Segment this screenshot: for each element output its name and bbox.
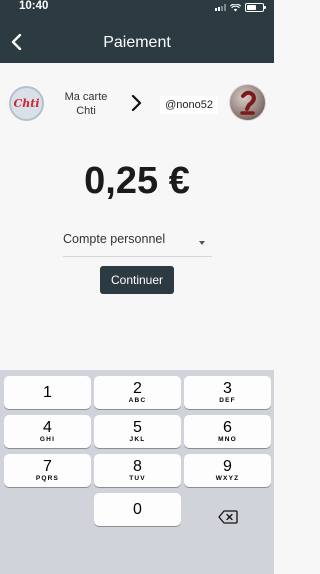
key-digit: 1 [43,384,52,401]
card-label: Ma carte Chti [64,91,108,117]
key-5[interactable]: 5 JKL [94,415,181,448]
continue-button[interactable]: Continuer [100,266,174,294]
page-title: Paiement [103,34,171,51]
key-digit: 4 [43,419,52,436]
key-7[interactable]: 7 PQRS [4,454,91,487]
key-4[interactable]: 4 GHI [4,415,91,448]
status-time: 10:40 [19,0,49,12]
recipient-avatar [229,84,266,121]
key-letters: ABC [128,397,147,404]
key-digit: 3 [223,380,232,397]
key-digit: 0 [133,501,142,518]
delete-button[interactable] [184,500,271,533]
key-9[interactable]: 9 WXYZ [184,454,271,487]
amount-display: 0,25 € [84,160,190,202]
key-digit: 6 [223,419,232,436]
key-letters: MNO [218,436,237,443]
key-6[interactable]: 6 MNO [184,415,271,448]
key-letters: WXYZ [215,475,240,482]
header-bar: 10:40 Paiement [0,0,274,63]
key-3[interactable]: 3 DEF [184,376,271,409]
key-digit: 5 [133,419,142,436]
key-digit: 2 [133,380,142,397]
key-digit: 7 [43,458,52,475]
key-letters: GHI [39,436,56,443]
backspace-icon [217,509,238,524]
key-letters: TUV [129,475,146,482]
key-8[interactable]: 8 TUV [94,454,181,487]
key-1[interactable]: 1 [4,376,91,409]
key-digit: 8 [133,458,142,475]
recipient-name: @nono52 [160,96,218,114]
card-logo: Chti [9,86,44,121]
key-0[interactable]: 0 [94,493,181,526]
status-icons [215,3,266,12]
key-letters: DEF [219,397,236,404]
numeric-keypad: 1 2 ABC 3 DEF 4 GHI 5 JKL 6 MNO 7 PQRS 8… [0,370,274,574]
avatar-image [240,90,256,115]
key-letters: PQRS [35,475,60,482]
key-digit: 9 [223,458,232,475]
key-letters: JKL [129,436,146,443]
caret-down-icon [199,241,205,245]
signal-icon [215,4,226,11]
key-2[interactable]: 2 ABC [94,376,181,409]
account-select-value: Compte personnel [63,232,166,246]
account-select[interactable]: Compte personnel [63,230,212,257]
battery-level [247,5,256,10]
wifi-icon [230,3,241,12]
card-logo-text: Chti [13,97,40,110]
arrow-right-icon [131,95,142,111]
battery-icon [245,3,266,12]
